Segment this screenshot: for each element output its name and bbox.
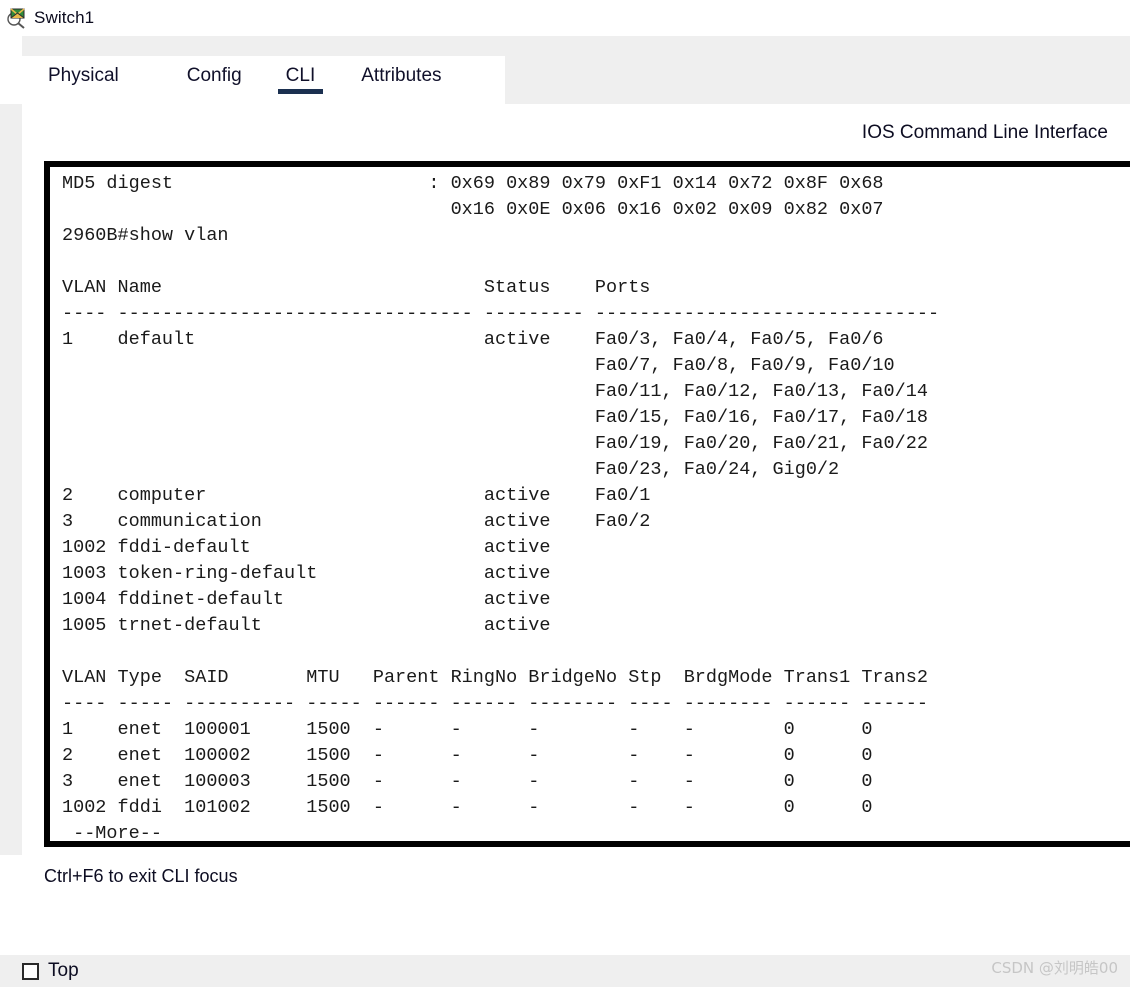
watermark: CSDN @刘明皓00: [991, 959, 1118, 977]
cli-output-line: VLAN Type SAID MTU Parent RingNo BridgeN…: [62, 667, 928, 688]
cli-output-line: 1005 trnet-default active: [62, 615, 551, 636]
cli-output-line: 3 communication active Fa0/2: [62, 511, 651, 532]
cli-terminal-output: MD5 digest : 0x69 0x89 0x79 0xF1 0x14 0x…: [50, 167, 1130, 844]
tab-cli[interactable]: CLI: [277, 56, 323, 104]
top-checkbox-label: Top: [48, 960, 79, 981]
cli-output-line: --More--: [62, 823, 162, 844]
cli-output-line: ---- -------------------------------- --…: [62, 303, 940, 324]
cli-output-line: 0x16 0x0E 0x06 0x16 0x02 0x09 0x82 0x07: [62, 199, 884, 220]
cli-output-line: Fa0/15, Fa0/16, Fa0/17, Fa0/18: [62, 407, 928, 428]
tab-config-label: Config: [186, 65, 242, 86]
cli-output-line: 2960B#show vlan: [62, 225, 229, 246]
window-title-bar: Switch1: [0, 0, 1130, 36]
tab-strip-left-gutter: [0, 36, 22, 104]
cli-output-line: [62, 249, 1130, 275]
cli-output-line: VLAN Name Status Ports: [62, 277, 651, 298]
cli-output-line: Fa0/23, Fa0/24, Gig0/2: [62, 459, 840, 480]
cli-output-line: Fa0/7, Fa0/8, Fa0/9, Fa0/10: [62, 355, 895, 376]
tab-bar: Physical Config CLI Attributes: [22, 56, 505, 104]
top-checkbox[interactable]: [22, 962, 39, 980]
cli-output-line: 3 enet 100003 1500 - - - - - 0 0: [62, 771, 873, 792]
cli-output-line: 2 computer active Fa0/1: [62, 485, 651, 506]
tab-physical-label: Physical: [48, 65, 119, 86]
tab-config[interactable]: Config: [187, 56, 242, 104]
tab-cli-label: CLI: [285, 65, 316, 86]
content-left-gutter: [0, 104, 22, 855]
cli-output-line: 1003 token-ring-default active: [62, 563, 551, 584]
cli-output-line: MD5 digest : 0x69 0x89 0x79 0xF1 0x14 0x…: [62, 173, 884, 194]
cli-output-line: 2 enet 100002 1500 - - - - - 0 0: [62, 745, 873, 766]
cli-output-line: 1002 fddi 101002 1500 - - - - - 0 0: [62, 797, 873, 818]
cli-output-line: Fa0/11, Fa0/12, Fa0/13, Fa0/14: [62, 381, 928, 402]
cli-output-line: Fa0/19, Fa0/20, Fa0/21, Fa0/22: [62, 433, 928, 454]
tab-attributes[interactable]: Attributes: [361, 56, 441, 104]
tab-attributes-label: Attributes: [361, 65, 442, 86]
window-footer: Top: [0, 955, 1130, 987]
cli-terminal[interactable]: MD5 digest : 0x69 0x89 0x79 0xF1 0x14 0x…: [44, 161, 1130, 847]
tab-physical[interactable]: Physical: [48, 56, 119, 104]
cli-output-line: 1 default active Fa0/3, Fa0/4, Fa0/5, Fa…: [62, 329, 884, 350]
switch-magnifier-icon: [6, 7, 28, 29]
cli-output-line: 1 enet 100001 1500 - - - - - 0 0: [62, 719, 873, 740]
cli-output-line: [62, 639, 1130, 665]
cli-output-line: 1002 fddi-default active: [62, 537, 551, 558]
cli-output-line: ---- ----- ---------- ----- ------ -----…: [62, 693, 928, 714]
cli-focus-hint: Ctrl+F6 to exit CLI focus: [44, 866, 238, 886]
cli-output-line: 1004 fddinet-default active: [62, 589, 551, 610]
window-title: Switch1: [34, 8, 95, 27]
cli-panel-title: IOS Command Line Interface: [861, 122, 1108, 143]
